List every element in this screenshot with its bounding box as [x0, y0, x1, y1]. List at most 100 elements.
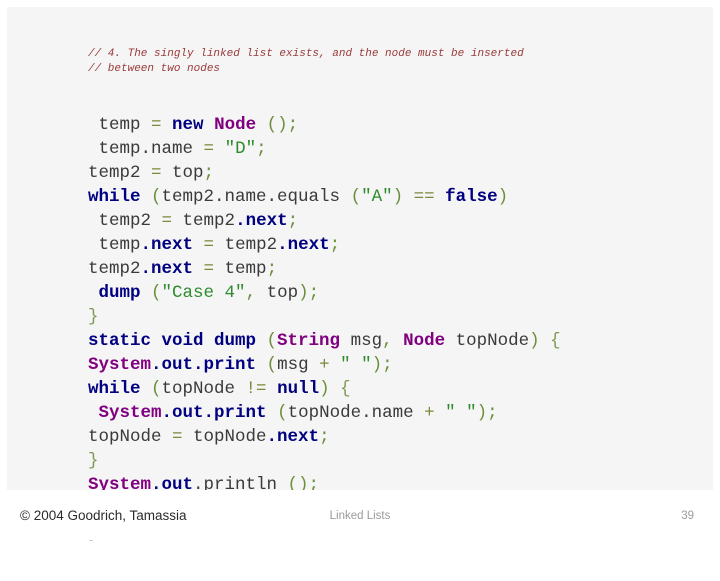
- code-token-brace: }: [88, 307, 99, 327]
- code-token-punc: ,: [245, 283, 267, 303]
- code-token-punc: (: [266, 355, 278, 375]
- code-line: temp2 = top;: [88, 161, 688, 185]
- code-token-str: " ": [445, 403, 477, 423]
- code-token-brace: {: [550, 331, 561, 351]
- code-token-punc: ,: [382, 331, 404, 351]
- code-line: topNode = topNode.next;: [88, 425, 688, 449]
- code-token-id: temp2: [88, 259, 141, 279]
- code-token-kw: static void dump: [88, 331, 267, 351]
- slide: // 4. The singly linked list exists, and…: [0, 0, 720, 543]
- code-token-id: temp2: [224, 235, 278, 255]
- code-token-punc: ;: [203, 163, 215, 183]
- code-token-id: msg: [350, 331, 383, 351]
- code-token-op: =: [172, 427, 194, 447]
- code-token-id: temp: [224, 259, 267, 279]
- code-line: }: [88, 449, 688, 473]
- code-line-group: temp = new Node (); temp.name = "D"; temp…: [88, 113, 688, 545]
- code-token-type: Node: [403, 331, 456, 351]
- code-token-punc: ): [319, 379, 341, 399]
- code-token-op: ==: [413, 187, 446, 207]
- footer-page-number: 39: [681, 510, 694, 522]
- code-token-kw: .next: [266, 427, 320, 447]
- code-line: temp.next = temp2.next;: [88, 233, 688, 257]
- code-token-punc: (: [277, 403, 288, 423]
- code-token-punc: );: [371, 355, 393, 375]
- code-token-punc: );: [476, 403, 498, 423]
- code-token-id: temp: [98, 115, 152, 135]
- footer-title: Linked Lists: [329, 510, 391, 522]
- code-token-op: +: [319, 355, 341, 375]
- code-line: while (topNode != null) {: [88, 377, 688, 401]
- code-token-id: top: [266, 283, 299, 303]
- code-token-punc: ): [497, 187, 509, 207]
- code-token-str: " ": [340, 355, 372, 375]
- code-token-punc: (: [151, 379, 162, 399]
- code-token-punc: ): [392, 187, 414, 207]
- code-line: temp.name = "D";: [88, 137, 688, 161]
- code-token-kw: while: [88, 187, 152, 207]
- code-line: System.out.print (topNode.name + " ");: [88, 401, 688, 425]
- code-token-kw: .out.print: [161, 403, 278, 423]
- code-token-kw: new: [172, 115, 215, 135]
- code-token-id: topNode.name: [287, 403, 425, 423]
- code-token-punc: ;: [287, 211, 299, 231]
- code-comment-line: // between two nodes: [88, 63, 221, 75]
- code-line: static void dump (String msg, Node topNo…: [88, 329, 688, 353]
- code-token-punc: ;: [256, 139, 267, 159]
- code-token-punc: (: [350, 187, 362, 207]
- code-token-op: =: [161, 211, 183, 231]
- code-token-id: topNode: [193, 427, 267, 447]
- code-token-id: topNode: [455, 331, 530, 351]
- code-token-kw: .next: [140, 235, 204, 255]
- code-line: temp2.next = temp;: [88, 257, 688, 281]
- code-token-id: temp2: [88, 163, 152, 183]
- code-token-punc: );: [298, 283, 320, 303]
- slide-footer: © 2004 Goodrich, Tamassia Linked Lists 3…: [0, 490, 720, 540]
- code-token-id: msg: [277, 355, 320, 375]
- code-token-type: System: [98, 403, 162, 423]
- code-line: while (temp2.name.equals ("A") == false): [88, 185, 688, 209]
- code-token-str: "A": [361, 187, 393, 207]
- code-token-kw: while: [88, 379, 152, 399]
- code-token-id: topNode: [88, 427, 173, 447]
- code-token-type: System: [88, 355, 152, 375]
- code-token-op: +: [424, 403, 446, 423]
- code-line: }: [88, 305, 688, 329]
- code-token-kw: .next: [277, 235, 330, 255]
- code-token-op: =: [151, 163, 173, 183]
- code-token-punc: ();: [266, 115, 299, 135]
- code-token-op: =: [203, 259, 225, 279]
- code-token-punc: (: [266, 331, 278, 351]
- code-line: temp = new Node ();: [88, 113, 688, 137]
- code-token-kw: .next: [140, 259, 204, 279]
- code-token-kw: .out.print: [151, 355, 267, 375]
- code-token-id: temp2: [98, 211, 162, 231]
- code-token-op: =: [203, 139, 225, 159]
- code-comment-group: // 4. The singly linked list exists, and…: [88, 47, 688, 77]
- code-token-kw: null: [277, 379, 320, 399]
- code-token-op: !=: [245, 379, 278, 399]
- code-token-id: temp.name: [98, 139, 204, 159]
- code-token-id: topNode: [161, 379, 246, 399]
- code-token-punc: ): [529, 331, 551, 351]
- code-token-str: "Case 4": [161, 283, 246, 303]
- code-token-kw: false: [445, 187, 498, 207]
- code-token-type: Node: [214, 115, 267, 135]
- code-token-kw: dump: [98, 283, 152, 303]
- code-token-str: "D": [224, 139, 257, 159]
- code-token-brace: {: [340, 379, 351, 399]
- code-comment-line: // 4. The singly linked list exists, and…: [88, 48, 524, 60]
- code-token-type: String: [277, 331, 351, 351]
- code-line: System.out.print (msg + " ");: [88, 353, 688, 377]
- code-token-id: temp: [98, 235, 141, 255]
- code-token-id: top: [172, 163, 204, 183]
- code-token-kw: .next: [235, 211, 288, 231]
- code-token-punc: ;: [329, 235, 341, 255]
- code-token-punc: ;: [266, 259, 278, 279]
